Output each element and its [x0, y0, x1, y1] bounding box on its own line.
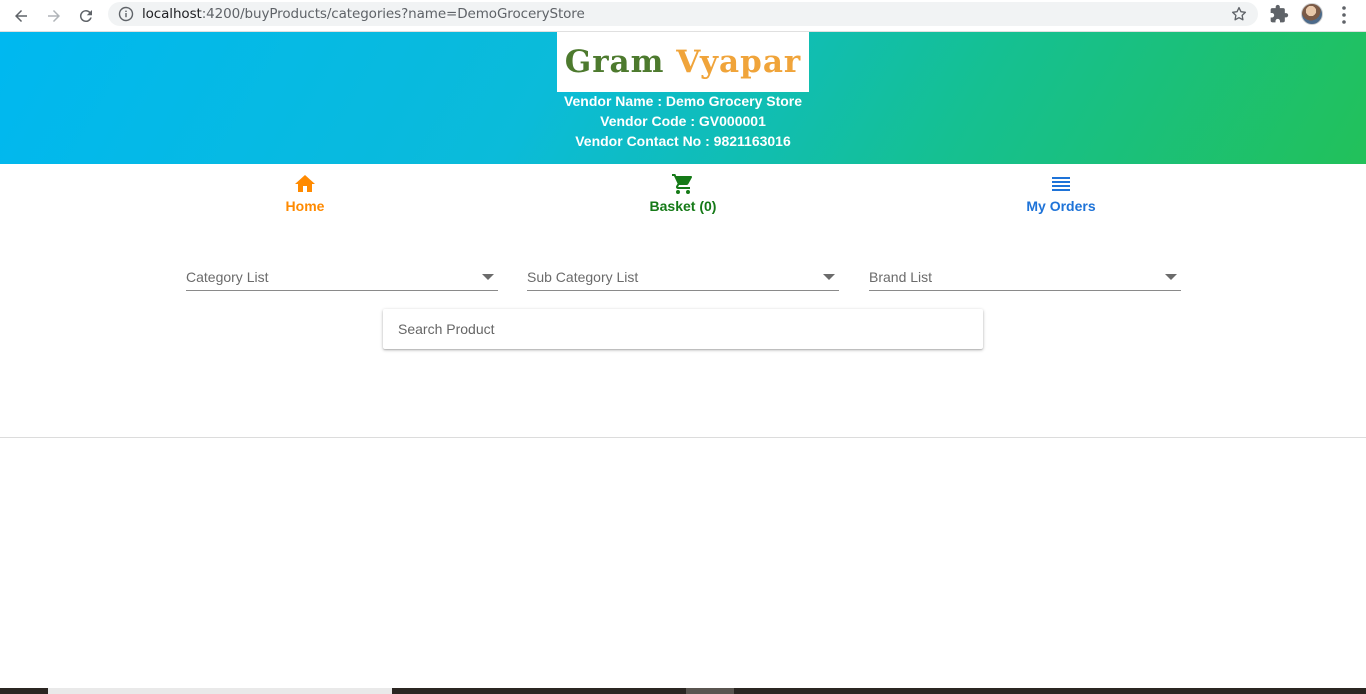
tab-my-orders-label: My Orders — [1026, 198, 1096, 214]
gram-vyapar-logo[interactable]: Gram Vyapar — [557, 32, 809, 92]
url-text: localhost:4200/buyProducts/categories?na… — [142, 6, 585, 22]
tab-basket[interactable]: Basket (0) — [613, 172, 753, 214]
taskbar-app-item[interactable] — [686, 688, 734, 694]
content-divider — [0, 437, 1366, 438]
logo-word-gram: Gram — [564, 44, 665, 80]
list-icon — [1049, 172, 1073, 196]
vendor-contact: Vendor Contact No : 9821163016 — [575, 133, 791, 149]
tab-my-orders[interactable]: My Orders — [991, 172, 1131, 214]
brand-select-placeholder: Brand List — [869, 269, 933, 285]
header-banner: Gram Vyapar Vendor Name : Demo Grocery S… — [0, 32, 1366, 164]
address-bar[interactable]: localhost:4200/buyProducts/categories?na… — [108, 2, 1258, 26]
profile-avatar[interactable] — [1301, 3, 1323, 25]
extensions-puzzle-icon[interactable] — [1269, 4, 1291, 26]
taskbar-search-area[interactable] — [48, 688, 392, 694]
vendor-code: Vendor Code : GV000001 — [600, 113, 766, 129]
tab-home-label: Home — [285, 198, 325, 214]
taskbar-strip — [0, 688, 1366, 694]
bookmark-star-icon[interactable] — [1230, 5, 1248, 23]
brand-select[interactable]: Brand List — [869, 266, 1181, 291]
logo-word-vyapar: Vyapar — [676, 44, 802, 80]
home-icon — [293, 172, 317, 196]
browser-toolbar: localhost:4200/buyProducts/categories?na… — [0, 0, 1366, 32]
search-input[interactable] — [383, 309, 983, 349]
tab-home[interactable]: Home — [235, 172, 375, 214]
tab-basket-label: Basket (0) — [649, 198, 717, 214]
category-select[interactable]: Category List — [186, 266, 498, 291]
chevron-down-icon — [1165, 274, 1177, 280]
url-host: localhost — [142, 6, 202, 22]
more-options-icon[interactable] — [1336, 4, 1352, 26]
site-info-icon[interactable] — [118, 6, 134, 22]
cart-icon — [671, 172, 695, 196]
chevron-down-icon — [823, 274, 835, 280]
reload-icon[interactable] — [74, 4, 98, 28]
vendor-name: Vendor Name : Demo Grocery Store — [563, 93, 803, 109]
back-icon[interactable] — [9, 4, 33, 28]
subcategory-select-placeholder: Sub Category List — [527, 269, 639, 285]
logo-text: Gram Vyapar — [565, 44, 802, 80]
subcategory-select[interactable]: Sub Category List — [527, 266, 839, 291]
forward-icon[interactable] — [42, 4, 66, 28]
search-box — [383, 309, 983, 349]
category-select-placeholder: Category List — [186, 269, 269, 285]
url-path: :4200/buyProducts/categories?name=DemoGr… — [201, 6, 585, 22]
chevron-down-icon — [482, 274, 494, 280]
